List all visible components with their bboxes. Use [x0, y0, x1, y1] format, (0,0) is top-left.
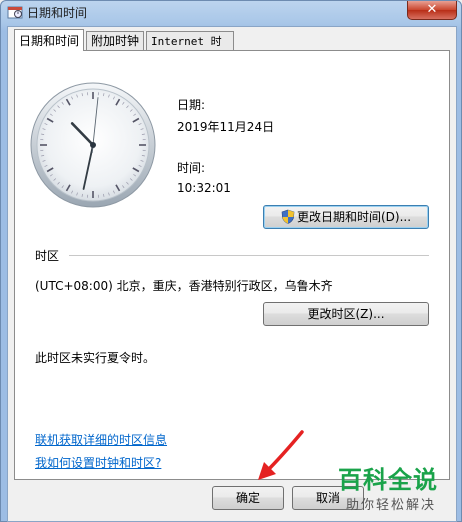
watermark-subtitle: 助你轻松解决	[346, 498, 437, 513]
tab-internet-time[interactable]: Internet 时间	[146, 31, 234, 67]
uac-shield-icon	[281, 209, 295, 224]
dst-note: 此时区未实行夏令时。	[35, 351, 156, 365]
tab-label: 日期和时间	[19, 34, 80, 48]
ok-button[interactable]: 确定	[212, 486, 284, 510]
title-bar: 日期和时间 ✕	[1, 1, 462, 25]
date-label: 日期:	[177, 98, 206, 112]
change-date-time-label: 更改日期和时间(D)...	[296, 210, 412, 224]
date-time-icon	[7, 6, 23, 19]
tab-panel: 日期: 2019年11月24日 时间: 10:32:01 更改日期和时间(D).…	[14, 50, 450, 480]
tab-label: 附加时钟	[91, 34, 140, 48]
time-label: 时间:	[177, 161, 206, 175]
window-title: 日期和时间	[27, 6, 88, 20]
clock-center	[90, 142, 96, 148]
close-icon: ✕	[426, 2, 438, 17]
time-value: 10:32:01	[177, 181, 231, 195]
watermark-title: 百科全说	[338, 466, 438, 494]
annotation-arrow	[258, 430, 304, 480]
change-timezone-button[interactable]: 更改时区(Z)...	[263, 302, 429, 326]
timezone-value: (UTC+08:00) 北京，重庆，香港特别行政区，乌鲁木齐	[35, 279, 333, 293]
timezone-divider	[69, 255, 429, 256]
timezone-info-link[interactable]: 联机获取详细的时区信息	[35, 431, 167, 448]
analog-clock	[30, 82, 156, 208]
watermark: 百科全说 助你轻松解决	[332, 458, 462, 522]
date-value: 2019年11月24日	[177, 120, 275, 134]
change-timezone-label: 更改时区(Z)...	[307, 307, 385, 321]
close-button[interactable]: ✕	[407, 1, 457, 20]
timezone-section-label: 时区	[35, 249, 60, 263]
ok-label: 确定	[235, 491, 260, 505]
tab-additional-clocks[interactable]: 附加时钟	[86, 31, 144, 50]
how-to-set-clock-link[interactable]: 我如何设置时钟和时区?	[35, 454, 161, 471]
change-date-time-button[interactable]: 更改日期和时间(D)...	[263, 205, 429, 229]
tab-date-and-time[interactable]: 日期和时间	[14, 29, 84, 51]
